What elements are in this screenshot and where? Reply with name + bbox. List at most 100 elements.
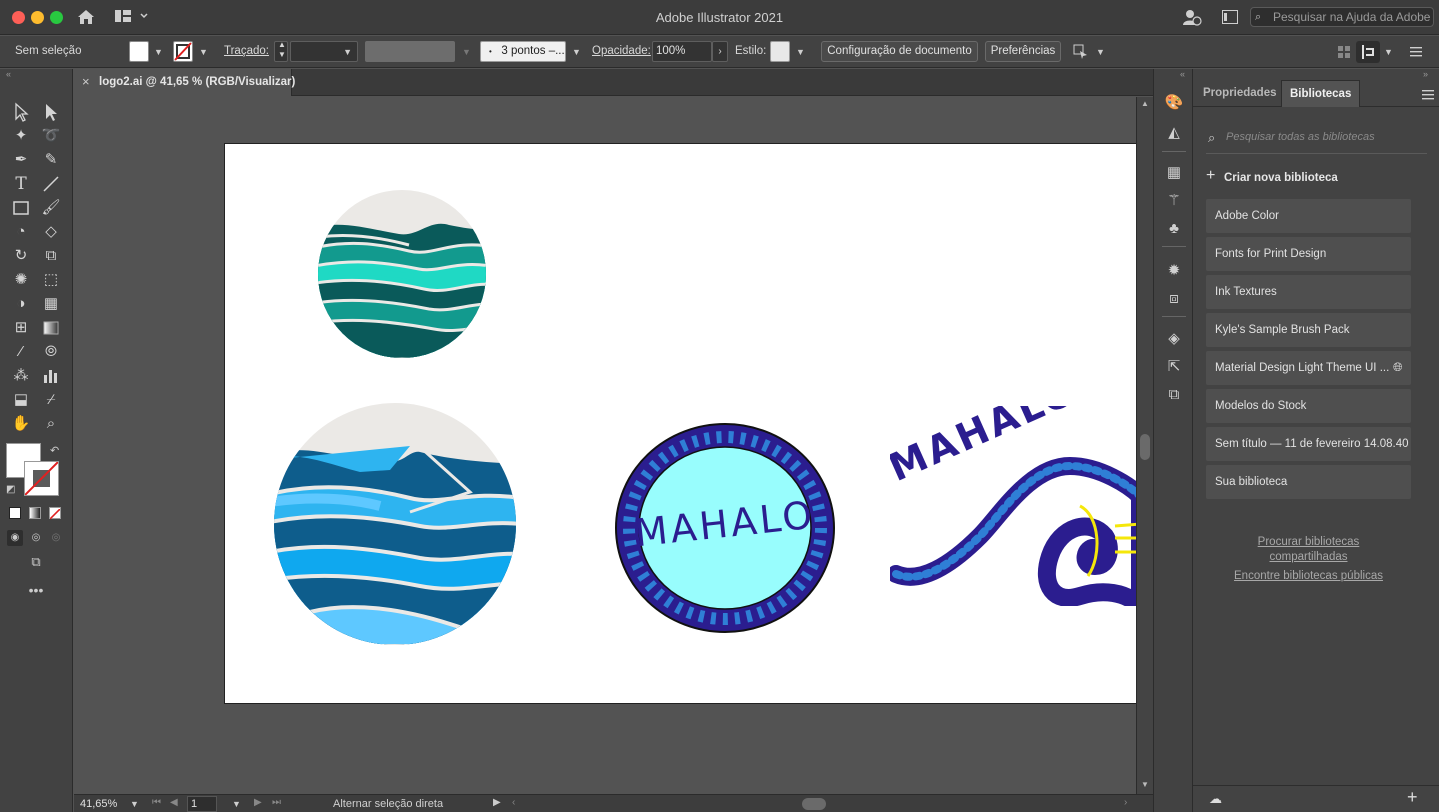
select-similar-icon[interactable] xyxy=(1073,44,1089,60)
mesh-tool-icon[interactable]: ⊞ xyxy=(10,317,32,339)
swap-fill-stroke-icon[interactable]: ↶ xyxy=(50,444,59,457)
teal-wave-logo[interactable] xyxy=(309,189,495,359)
library-item[interactable]: Kyle's Sample Brush Pack xyxy=(1206,313,1411,347)
color-mode-icon[interactable] xyxy=(9,507,21,519)
document-setup-button[interactable]: Configuração de documento xyxy=(821,41,978,62)
library-item[interactable]: Modelos do Stock xyxy=(1206,389,1411,423)
browse-shared-libraries-link-line2[interactable]: compartilhadas xyxy=(1193,551,1424,563)
brushes-panel-icon[interactable]: ⚚ xyxy=(1164,191,1184,211)
create-library-button[interactable]: + Criar nova biblioteca xyxy=(1206,167,1406,188)
rotate-tool-icon[interactable]: ↻ xyxy=(10,245,32,267)
previous-artboard-icon[interactable]: ◀ xyxy=(170,797,178,808)
scroll-up-icon[interactable]: ▲ xyxy=(1141,99,1149,108)
scroll-right-icon[interactable]: › xyxy=(1124,797,1127,808)
zoom-chevron-icon[interactable]: ▼ xyxy=(130,799,139,809)
draw-normal-icon[interactable]: ◉ xyxy=(7,530,23,546)
stroke-weight-input[interactable]: ▼ xyxy=(290,41,358,62)
eyedropper-tool-icon[interactable]: ⁄ xyxy=(10,341,32,363)
brush-definition-select[interactable]: • 3 pontos –... xyxy=(480,41,566,62)
panel-collapse-icon[interactable]: » xyxy=(1423,69,1428,79)
hand-tool-icon[interactable]: ✋ xyxy=(10,413,32,435)
default-fill-stroke-icon[interactable]: ◩ xyxy=(6,484,15,495)
panel-options-icon[interactable] xyxy=(1422,89,1434,100)
blue-wave-logo[interactable] xyxy=(270,402,520,646)
direct-selection-tool-icon[interactable] xyxy=(40,101,62,123)
library-search-input[interactable]: ⌕ Pesquisar todas as bibliotecas xyxy=(1206,126,1427,154)
first-artboard-icon[interactable]: ⏮ xyxy=(152,797,161,808)
user-account-icon[interactable] xyxy=(1182,8,1202,26)
line-tool-icon[interactable] xyxy=(40,173,62,195)
color-guide-icon[interactable]: ◭ xyxy=(1164,123,1184,143)
style-dropdown-chevron-icon[interactable]: ▼ xyxy=(796,47,805,57)
appearance-panel-icon[interactable]: ✹ xyxy=(1164,261,1184,281)
shaper-tool-icon[interactable]: ◔ xyxy=(10,221,32,243)
slice-tool-icon[interactable]: ⌿ xyxy=(40,389,62,411)
cloud-sync-icon[interactable]: ☁ xyxy=(1209,791,1222,807)
transform-chevron-icon[interactable]: ▼ xyxy=(1384,47,1393,57)
selection-tool-icon[interactable] xyxy=(10,101,32,123)
strip-collapse-icon[interactable]: « xyxy=(1180,69,1185,79)
draw-inside-icon[interactable]: ◎ xyxy=(48,530,64,546)
artboard-number-input[interactable]: 1 xyxy=(187,796,217,812)
none-mode-icon[interactable] xyxy=(49,507,61,520)
library-item[interactable]: Sua biblioteca xyxy=(1206,465,1411,499)
gradient-mode-icon[interactable] xyxy=(29,507,41,519)
symbols-panel-icon[interactable]: ♣ xyxy=(1164,219,1184,239)
browse-shared-libraries-link[interactable]: Procurar bibliotecas xyxy=(1193,536,1424,548)
mahalo-wave-logo[interactable]: MAHALO xyxy=(890,406,1136,606)
artboard-chevron-icon[interactable]: ▼ xyxy=(232,799,241,809)
opacity-input[interactable]: 100% xyxy=(652,41,712,62)
stroke-swatch[interactable] xyxy=(173,41,193,62)
layers-panel-icon[interactable]: ◈ xyxy=(1164,329,1184,349)
select-similar-chevron-icon[interactable]: ▼ xyxy=(1096,47,1105,57)
variable-width-profile[interactable] xyxy=(365,41,455,62)
export-panel-icon[interactable]: ⇱ xyxy=(1164,357,1184,377)
rectangle-tool-icon[interactable] xyxy=(10,197,32,219)
collapse-toolbar-icon[interactable]: « xyxy=(6,69,11,79)
horizontal-scroll-thumb[interactable] xyxy=(802,798,826,810)
brush-dropdown-chevron-icon[interactable]: ▼ xyxy=(572,47,581,57)
library-item[interactable]: Adobe Color xyxy=(1206,199,1411,233)
preferences-button[interactable]: Preferências xyxy=(985,41,1061,62)
free-transform-tool-icon[interactable]: ⬚ xyxy=(40,269,62,291)
align-panel-icon[interactable] xyxy=(1337,45,1351,59)
screen-mode-icon[interactable]: ⧉ xyxy=(24,554,48,572)
tab-libraries[interactable]: Bibliotecas xyxy=(1281,80,1361,107)
next-artboard-icon[interactable]: ▶ xyxy=(254,797,262,808)
vertical-scroll-thumb[interactable] xyxy=(1140,434,1150,460)
warp-tool-icon[interactable]: ✺ xyxy=(10,269,32,291)
artboard-tool-icon[interactable]: ⬓ xyxy=(10,389,32,411)
fill-dropdown-chevron-icon[interactable]: ▼ xyxy=(154,47,163,57)
status-menu-icon[interactable]: ▶ xyxy=(493,797,501,808)
perspective-grid-tool-icon[interactable]: ▦ xyxy=(40,293,62,315)
graphic-styles-icon[interactable]: ⧈ xyxy=(1164,289,1184,309)
stroke-dropdown-chevron-icon[interactable]: ▼ xyxy=(199,47,208,57)
curvature-tool-icon[interactable]: ✎ xyxy=(40,149,62,171)
blend-tool-icon[interactable]: ⦾ xyxy=(40,341,62,363)
eraser-tool-icon[interactable]: ◇ xyxy=(40,221,62,243)
zoom-level[interactable]: 41,65% xyxy=(80,798,117,810)
type-tool-icon[interactable]: T xyxy=(10,173,32,195)
pen-tool-icon[interactable]: ✒ xyxy=(10,149,32,171)
edit-toolbar-more-icon[interactable]: ••• xyxy=(26,583,46,599)
stroke-color-swatch[interactable] xyxy=(24,461,59,496)
scroll-down-icon[interactable]: ▼ xyxy=(1141,780,1149,789)
fill-swatch[interactable] xyxy=(129,41,149,62)
vertical-scrollbar[interactable]: ▲ ▼ xyxy=(1136,97,1153,794)
shape-builder-tool-icon[interactable]: ◑ xyxy=(10,293,32,315)
transform-panel-icon[interactable] xyxy=(1356,41,1380,63)
close-tab-icon[interactable]: × xyxy=(82,74,90,89)
column-graph-tool-icon[interactable] xyxy=(40,365,62,387)
lasso-tool-icon[interactable]: ➰ xyxy=(40,125,62,147)
stroke-weight-stepper[interactable]: ▲ ▼ xyxy=(274,40,288,62)
library-item[interactable]: Ink Textures xyxy=(1206,275,1411,309)
color-panel-icon[interactable]: 🎨 xyxy=(1164,93,1184,113)
add-content-icon[interactable]: + xyxy=(1407,787,1418,808)
stroke-label[interactable]: Traçado: xyxy=(224,45,269,57)
symbol-sprayer-tool-icon[interactable]: ⁂ xyxy=(10,365,32,387)
artboard[interactable]: MAHALO MAHALO xyxy=(224,143,1136,704)
opacity-label[interactable]: Opacidade: xyxy=(592,45,651,57)
scroll-left-icon[interactable]: ‹ xyxy=(512,797,515,808)
help-search-input[interactable]: ⌕ Pesquisar na Ajuda da Adobe xyxy=(1250,7,1434,27)
library-item[interactable]: Fonts for Print Design xyxy=(1206,237,1411,271)
